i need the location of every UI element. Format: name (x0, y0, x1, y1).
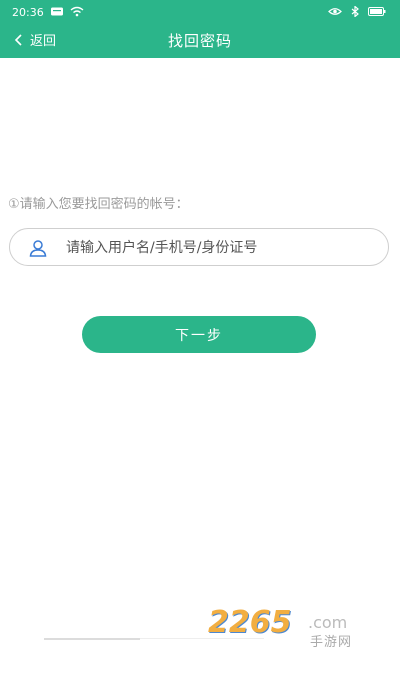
message-icon (51, 7, 63, 16)
battery-icon (368, 7, 386, 16)
watermark-domain: .com (308, 613, 348, 632)
account-input[interactable] (66, 235, 366, 261)
watermark-subtitle: 手游网 (310, 635, 353, 650)
nav-bar: 返回 找回密码 (0, 24, 400, 58)
page-title: 找回密码 (167, 32, 232, 50)
eye-icon (328, 8, 342, 15)
status-time: 20:36 (12, 6, 44, 19)
bluetooth-icon (351, 6, 359, 17)
watermark-number: 2265 (208, 605, 292, 640)
user-icon (29, 240, 47, 257)
next-step-button[interactable]: 下一步 (82, 316, 316, 353)
wifi-icon (70, 6, 84, 17)
app-header: 20:36 返回 找回密码 (0, 0, 400, 58)
status-bar: 20:36 (0, 0, 400, 24)
bottom-divider (44, 638, 140, 640)
account-field[interactable] (9, 228, 389, 266)
account-prompt: ①请输入您要找回密码的帐号： (8, 197, 189, 212)
site-watermark: 2265 .com 手游网 (200, 603, 400, 653)
